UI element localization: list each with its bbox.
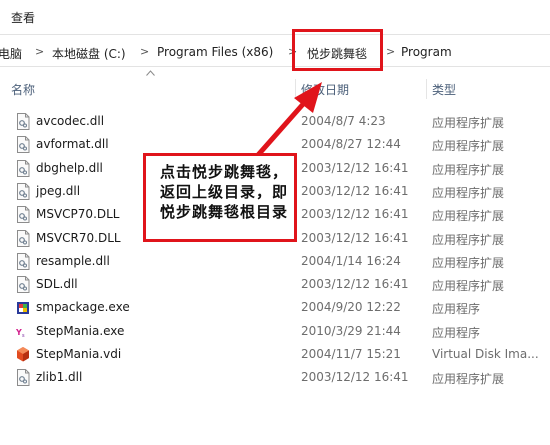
file-name[interactable]: avformat.dll (36, 137, 109, 151)
breadcrumb-separator[interactable]: > (140, 45, 149, 58)
column-header-type[interactable]: 类型 (432, 81, 456, 98)
file-name[interactable]: StepMania.vdi (36, 347, 121, 361)
file-type: Virtual Disk Ima... (432, 347, 539, 361)
dll-file-icon (16, 229, 30, 247)
breadcrumb-this-pc[interactable]: 电脑 (0, 45, 22, 62)
file-name[interactable]: StepMania.exe (36, 324, 124, 338)
virtual-disk-icon (16, 346, 30, 363)
file-row[interactable]: SDL.dll 2003/12/12 16:41 应用程序扩展 (0, 273, 550, 296)
column-divider[interactable] (426, 79, 427, 99)
file-name[interactable]: avcodec.dll (36, 114, 104, 128)
file-modified-date: 2003/12/12 16:41 (301, 277, 409, 292)
column-divider[interactable] (295, 79, 296, 99)
breadcrumb-separator[interactable]: > (35, 45, 44, 58)
view-menu-tab[interactable]: 查看 (11, 9, 35, 26)
file-modified-date: 2003/12/12 16:41 (301, 370, 409, 385)
dll-file-icon (16, 252, 30, 270)
file-type: 应用程序扩展 (432, 372, 505, 387)
breadcrumb-program[interactable]: Program (401, 45, 452, 59)
ribbon-menu-bar: 查看 (0, 0, 550, 34)
file-name[interactable]: zlib1.dll (36, 370, 82, 384)
file-name[interactable]: smpackage.exe (36, 300, 130, 314)
file-modified-date: 2003/12/12 16:41 (301, 160, 409, 175)
breadcrumb-highlight-box (292, 29, 383, 71)
file-type: 应用程序 (432, 302, 481, 317)
dll-file-icon (16, 206, 30, 224)
file-name[interactable]: dbghelp.dll (36, 161, 103, 175)
file-modified-date: 2010/3/29 21:44 (301, 323, 401, 338)
dll-file-icon (16, 159, 30, 177)
breadcrumb-local-disk[interactable]: 本地磁盘 (C:) (52, 45, 126, 62)
file-name[interactable]: jpeg.dll (36, 184, 80, 198)
dll-file-icon (16, 136, 30, 154)
column-header-date[interactable]: 修改日期 (301, 81, 349, 98)
file-modified-date: 2004/8/27 12:44 (301, 137, 401, 152)
file-name[interactable]: MSVCP70.DLL (36, 207, 120, 221)
file-row[interactable]: Ys StepMania.exe 2010/3/29 21:44 应用程序 (0, 320, 550, 343)
svg-text:s: s (22, 333, 25, 339)
dll-file-icon (16, 113, 30, 130)
file-type: 应用程序扩展 (432, 116, 505, 130)
breadcrumb: 电脑 > 本地磁盘 (C:) > Program Files (x86) > 悦… (0, 34, 550, 67)
file-modified-date: 2004/1/14 16:24 (301, 253, 401, 268)
file-modified-date: 2004/9/20 12:22 (301, 300, 401, 315)
file-type: 应用程序扩展 (432, 279, 505, 294)
file-type: 应用程序扩展 (432, 162, 505, 177)
file-modified-date: 2003/12/12 16:41 (301, 207, 409, 222)
breadcrumb-separator[interactable]: > (386, 45, 395, 58)
file-name[interactable]: MSVCR70.DLL (36, 231, 121, 245)
file-modified-date: 2003/12/12 16:41 (301, 230, 409, 245)
file-row[interactable]: resample.dll 2004/1/14 16:24 应用程序扩展 (0, 250, 550, 273)
file-modified-date: 2004/8/7 4:23 (301, 114, 386, 128)
file-modified-date: 2004/11/7 15:21 (301, 347, 401, 361)
stepmania-app-icon: Ys (15, 323, 30, 340)
file-type: 应用程序 (432, 325, 481, 340)
dll-file-icon (16, 182, 30, 200)
file-type: 应用程序扩展 (432, 255, 505, 270)
file-modified-date: 2003/12/12 16:41 (301, 183, 409, 198)
file-type: 应用程序扩展 (432, 232, 505, 247)
column-header-row: 名称 修改日期 类型 (0, 73, 550, 103)
file-name[interactable]: resample.dll (36, 254, 110, 268)
smpackage-app-icon (16, 299, 30, 316)
file-type: 应用程序扩展 (432, 209, 505, 224)
file-name[interactable]: SDL.dll (36, 277, 78, 291)
file-type: 应用程序扩展 (432, 139, 505, 154)
file-row[interactable]: avcodec.dll 2004/8/7 4:23 应用程序扩展 (0, 110, 550, 133)
dll-file-icon (16, 276, 30, 294)
file-row[interactable]: zlib1.dll 2003/12/12 16:41 应用程序扩展 (0, 366, 550, 389)
file-row[interactable]: StepMania.vdi 2004/11/7 15:21 Virtual Disk… (0, 343, 550, 366)
dll-file-icon (16, 369, 30, 387)
breadcrumb-program-files-x86[interactable]: Program Files (x86) (157, 45, 273, 59)
file-row[interactable]: smpackage.exe 2004/9/20 12:22 应用程序 (0, 296, 550, 319)
file-type: 应用程序扩展 (432, 185, 505, 200)
column-header-name[interactable]: 名称 (11, 81, 35, 98)
annotation-callout: 点击悦步跳舞毯，返回上级目录，即悦步跳舞毯根目录 (143, 153, 297, 242)
